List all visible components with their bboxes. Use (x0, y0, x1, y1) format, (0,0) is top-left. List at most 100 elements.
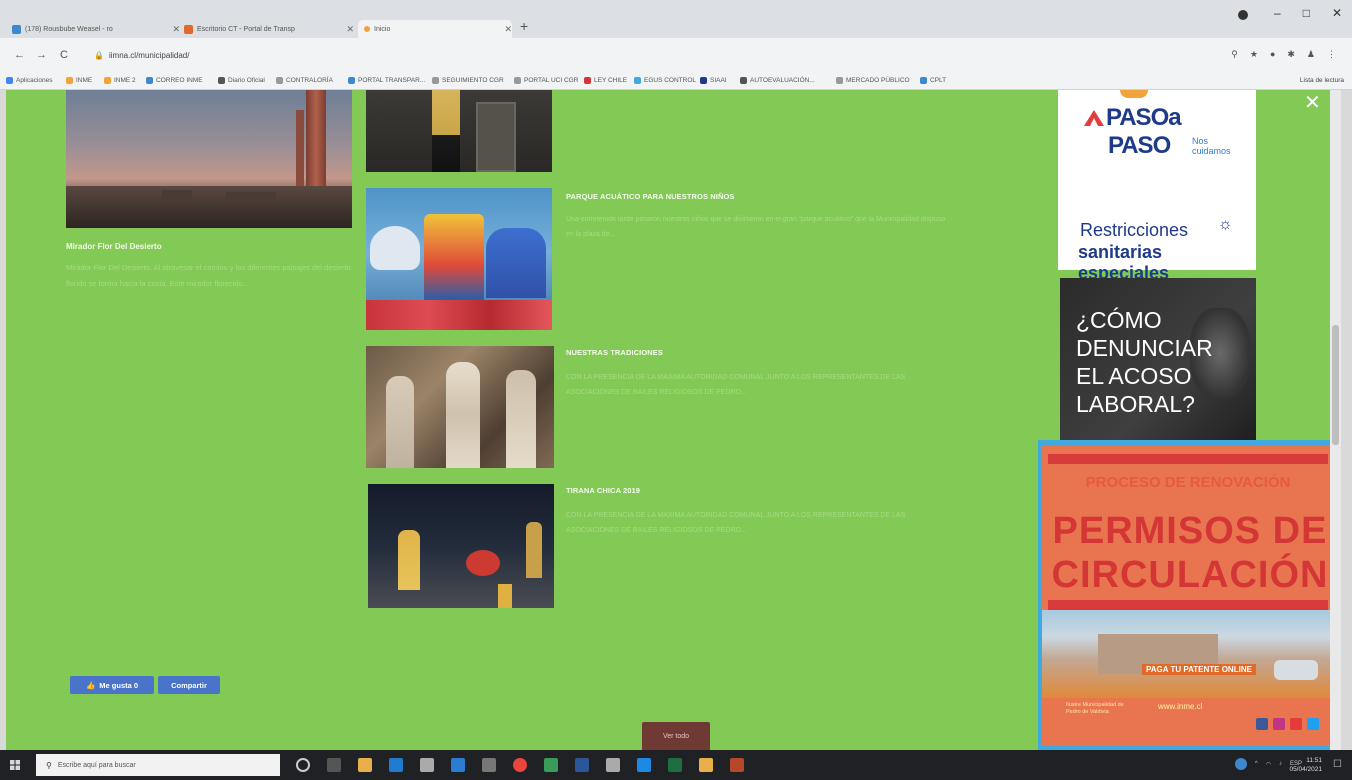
extension-icon[interactable]: ● (1270, 49, 1275, 60)
youtube-icon[interactable] (1290, 718, 1302, 730)
app-icon[interactable] (637, 758, 651, 772)
new-tab-button[interactable]: + (520, 18, 528, 34)
inflatable-shape (486, 228, 546, 298)
car-shape (1274, 660, 1318, 680)
url-text: iimna.cl/municipalidad/ (108, 50, 190, 60)
parque-acuatico-image[interactable] (366, 188, 552, 330)
windows-start-icon[interactable] (10, 760, 20, 770)
bookmark-item[interactable]: PORTAL TRANSPAR... (348, 77, 425, 84)
address-bar[interactable]: 🔒 iimna.cl/municipalidad/ (86, 45, 1196, 65)
twitter-icon[interactable] (1307, 718, 1319, 730)
task-view-icon[interactable] (327, 758, 341, 772)
page-scrollbar[interactable] (1330, 90, 1341, 750)
bookmark-icon (218, 77, 225, 84)
folder-icon[interactable] (699, 758, 713, 772)
maximize-button[interactable]: □ (1303, 6, 1310, 20)
volume-icon[interactable]: ♪ (1279, 761, 1282, 767)
forward-button[interactable]: → (36, 49, 47, 61)
instagram-icon[interactable] (1273, 718, 1285, 730)
taskbar-search-input[interactable]: ⚲ Escribe aquí para buscar (36, 754, 280, 776)
calculator-icon[interactable] (606, 758, 620, 772)
restricciones-line1: Restricciones (1080, 220, 1189, 240)
tab-youtube[interactable]: (178) Rousbube Weasel - ro ✕ (12, 20, 180, 38)
zoom-icon[interactable]: ⚲ (1231, 49, 1238, 60)
tab-close-icon[interactable]: ✕ (340, 24, 354, 35)
edge-icon[interactable] (389, 758, 403, 772)
chrome-icon[interactable] (513, 758, 527, 772)
red-stripe-shape (1048, 600, 1328, 610)
bookmark-item[interactable]: AUTOEVALUACIÓN... (740, 77, 815, 84)
tab-label: Escritorio CT - Portal de Transp (197, 25, 295, 33)
tab-inicio[interactable]: Inicio ✕ (358, 20, 512, 38)
tower-shape (306, 90, 326, 188)
bookmark-item[interactable]: SEGUIMIENTO CGR (432, 77, 504, 84)
close-window-button[interactable]: ✕ (1332, 6, 1342, 20)
article-title[interactable]: NUESTRAS TRADICIONES (566, 348, 663, 357)
app-icon[interactable] (544, 758, 558, 772)
bookmark-item[interactable]: CORREO INME (146, 77, 203, 84)
chevron-up-icon[interactable]: ^ (1255, 761, 1258, 767)
article-title[interactable]: TIRANA CHICA 2019 (566, 486, 640, 495)
renovacion-heading: PROCESO DE RENOVACIÓN (1085, 474, 1291, 491)
bookmark-item[interactable]: SIAAI (700, 77, 727, 84)
municipality-label: Ilustre Municipalidad de Pedro de Valdiv… (1066, 702, 1124, 715)
store-icon[interactable] (451, 758, 465, 772)
ground-shape (366, 300, 552, 330)
notifications-icon[interactable]: ☐ (1333, 759, 1342, 770)
scrollbar-thumb[interactable] (1332, 325, 1339, 445)
bookmark-item[interactable]: INME (66, 77, 92, 84)
file-explorer-icon[interactable] (358, 758, 372, 772)
bookmark-item[interactable]: PORTAL UCI CGR (514, 77, 578, 84)
paso-a-paso-banner[interactable]: PASOa PASO Nos cuidamos Restricciones ☼ … (1058, 90, 1256, 283)
network-globe-icon[interactable] (1234, 758, 1247, 770)
bookmark-item[interactable]: INME 2 (104, 77, 136, 84)
inflatable-shape (424, 214, 484, 300)
bookmarks-bar: Aplicaciones INME INME 2 CORREO INME Dia… (0, 72, 1352, 90)
tab-portal-transparencia[interactable]: Escritorio CT - Portal de Transp ✕ (184, 20, 354, 38)
phone-icon[interactable] (482, 758, 496, 772)
mail-icon[interactable] (420, 758, 434, 772)
account-icon[interactable]: ♟ (1307, 49, 1315, 60)
back-button[interactable]: ← (14, 49, 25, 61)
social-icons (1256, 718, 1319, 730)
bookmark-item[interactable]: Diario Oficial (218, 77, 265, 84)
door-shape (476, 102, 516, 172)
wifi-icon[interactable]: ◠ (1266, 761, 1271, 768)
bookmark-item[interactable]: CONTRALORÍA (276, 77, 333, 84)
permisos-circulacion-banner[interactable]: PROCESO DE RENOVACIÓN PERMISOS DE CIRCUL… (1038, 440, 1341, 750)
tirana-chica-image[interactable] (368, 484, 554, 608)
powerpoint-icon[interactable] (730, 758, 744, 772)
minimize-button[interactable]: – (1274, 6, 1281, 20)
close-popup-icon[interactable]: ✕ (1304, 90, 1321, 115)
reload-button[interactable]: C (60, 49, 68, 61)
bookmark-item[interactable]: LEY CHILE (584, 77, 627, 84)
view-all-button[interactable]: Ver todo (642, 722, 710, 750)
bookmark-item[interactable]: CPLT (920, 77, 946, 84)
word-icon[interactable] (575, 758, 589, 772)
cortana-icon[interactable] (296, 758, 310, 772)
profile-icon[interactable] (1238, 10, 1248, 20)
tradiciones-image[interactable] (366, 346, 554, 468)
article-title[interactable]: PARQUE ACUÁTICO PARA NUESTROS NIÑOS (566, 192, 735, 201)
menu-icon[interactable]: ⋮ (1327, 49, 1336, 60)
bookmark-item[interactable]: MERCADO PÚBLICO (836, 77, 910, 84)
article-title[interactable]: Mirador Flor Del Desierto (66, 242, 162, 251)
tab-close-icon[interactable]: ✕ (498, 24, 512, 35)
puzzle-icon[interactable]: ✱ (1287, 49, 1295, 60)
facebook-share-button[interactable]: Compartir (158, 676, 220, 694)
bookmark-item[interactable]: EGUS CONTROL (634, 77, 696, 84)
acoso-laboral-banner[interactable]: ¿CÓMO DENUNCIAR EL ACOSO LABORAL? (1060, 278, 1256, 444)
facebook-icon[interactable] (1256, 718, 1268, 730)
bookmark-item[interactable]: Aplicaciones (6, 77, 53, 84)
mirador-image[interactable] (66, 90, 352, 228)
apps-icon (6, 77, 13, 84)
facebook-like-button[interactable]: 👍 Me gusta 0 (70, 676, 154, 694)
bookmark-icon (66, 77, 73, 84)
taskbar-clock[interactable]: 11:51 05/04/2021 (1289, 756, 1322, 774)
banner-url: www.inme.cl (1158, 702, 1203, 711)
excel-icon[interactable] (668, 758, 682, 772)
article-image[interactable] (366, 90, 552, 172)
star-icon[interactable]: ★ (1250, 49, 1258, 60)
reading-list-button[interactable]: Lista de lectura (1300, 77, 1344, 84)
tab-close-icon[interactable]: ✕ (166, 24, 180, 35)
